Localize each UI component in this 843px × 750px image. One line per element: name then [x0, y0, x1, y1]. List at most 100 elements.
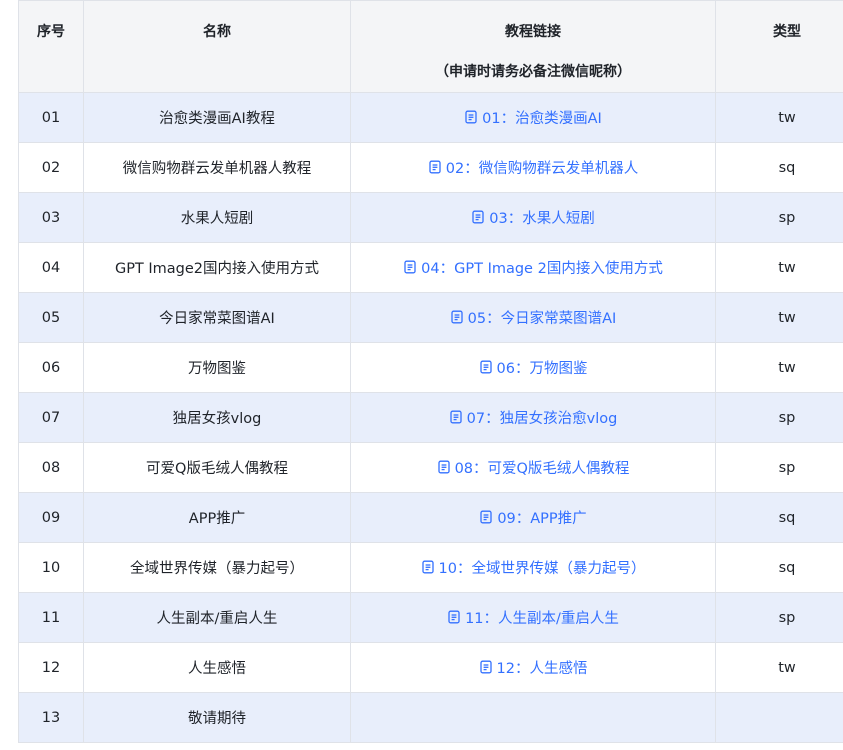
cell-num: 11 — [18, 592, 84, 643]
doc-icon — [421, 560, 435, 574]
table-row: 02 微信购物群云发单机器人教程 02：微信购物群云发单机器人 sq — [18, 142, 843, 193]
cell-num: 05 — [18, 292, 84, 343]
cell-link — [350, 692, 716, 743]
cell-name: APP推广 — [83, 492, 351, 543]
page: 序号 名称 教程链接 （申请时请务必备注微信昵称） 类型 01 治愈类漫画AI教程… — [0, 0, 843, 750]
tutorial-link-text: 05：今日家常菜图谱AI — [467, 310, 617, 327]
cell-num: 06 — [18, 342, 84, 393]
header-link: 教程链接 （申请时请务必备注微信昵称） — [350, 0, 716, 93]
tutorial-link-text: 07：独居女孩治愈vlog — [466, 410, 618, 427]
cell-link: 08：可爱Q版毛绒人偶教程 — [350, 442, 716, 493]
cell-type: sq — [715, 142, 843, 193]
doc-icon — [479, 510, 493, 524]
tutorial-link[interactable]: 02：微信购物群云发单机器人 — [428, 157, 638, 178]
table-row: 05 今日家常菜图谱AI 05：今日家常菜图谱AI tw — [18, 292, 843, 343]
table-row: 11 人生副本/重启人生 11：人生副本/重启人生 sp — [18, 592, 843, 643]
tutorial-link[interactable]: 05：今日家常菜图谱AI — [450, 307, 617, 328]
tutorial-link-text: 09：APP推广 — [497, 510, 587, 527]
cell-type: sp — [715, 192, 843, 243]
header-type: 类型 — [715, 0, 843, 93]
cell-name: 万物图鉴 — [83, 342, 351, 393]
cell-type: sp — [715, 592, 843, 643]
tutorial-link-text: 12：人生感悟 — [496, 660, 588, 677]
table-row: 09 APP推广 09：APP推广 sq — [18, 492, 843, 543]
doc-icon — [464, 110, 478, 124]
cell-name: 治愈类漫画AI教程 — [83, 92, 351, 143]
cell-type — [715, 692, 843, 743]
cell-num: 03 — [18, 192, 84, 243]
cell-link: 06：万物图鉴 — [350, 342, 716, 393]
tutorial-link[interactable]: 09：APP推广 — [479, 507, 587, 528]
tutorial-link[interactable]: 08：可爱Q版毛绒人偶教程 — [437, 457, 630, 478]
table-row: 10 全域世界传媒（暴力起号） 10：全域世界传媒（暴力起号） sq — [18, 542, 843, 593]
doc-icon — [437, 460, 451, 474]
tutorial-link-text: 11：人生副本/重启人生 — [465, 610, 619, 627]
cell-type: tw — [715, 292, 843, 343]
tutorial-link[interactable]: 11：人生副本/重启人生 — [447, 607, 619, 628]
tutorial-table: 序号 名称 教程链接 （申请时请务必备注微信昵称） 类型 01 治愈类漫画AI教程… — [18, 0, 843, 743]
cell-name: 微信购物群云发单机器人教程 — [83, 142, 351, 193]
doc-icon — [449, 410, 463, 424]
table-row: 04 GPT Image2国内接入使用方式 04：GPT Image 2国内接入使用… — [18, 242, 843, 293]
tutorial-link-text: 08：可爱Q版毛绒人偶教程 — [454, 460, 630, 477]
tutorial-link-text: 04：GPT Image 2国内接入使用方式 — [421, 260, 663, 277]
header-link-title: 教程链接 — [505, 24, 561, 40]
cell-type: tw — [715, 342, 843, 393]
cell-type: sq — [715, 542, 843, 593]
cell-num: 09 — [18, 492, 84, 543]
tutorial-link-text: 01：治愈类漫画AI — [482, 110, 602, 127]
cell-name: 敬请期待 — [83, 692, 351, 743]
cell-num: 01 — [18, 92, 84, 143]
cell-num: 02 — [18, 142, 84, 193]
tutorial-link[interactable]: 10：全域世界传媒（暴力起号） — [421, 557, 646, 578]
cell-num: 08 — [18, 442, 84, 493]
table-row: 08 可爱Q版毛绒人偶教程 08：可爱Q版毛绒人偶教程 sp — [18, 442, 843, 493]
header-name: 名称 — [83, 0, 351, 93]
cell-name: 水果人短剧 — [83, 192, 351, 243]
table-row: 13 敬请期待 — [18, 692, 843, 743]
cell-link: 02：微信购物群云发单机器人 — [350, 142, 716, 193]
cell-type: sp — [715, 392, 843, 443]
tutorial-link[interactable]: 06：万物图鉴 — [479, 357, 588, 378]
table-row: 01 治愈类漫画AI教程 01：治愈类漫画AI tw — [18, 92, 843, 143]
cell-name: 人生副本/重启人生 — [83, 592, 351, 643]
tutorial-link-text: 06：万物图鉴 — [496, 360, 588, 377]
doc-icon — [428, 160, 442, 174]
tutorial-link[interactable]: 07：独居女孩治愈vlog — [449, 407, 618, 428]
cell-num: 12 — [18, 642, 84, 693]
table-header-row: 序号 名称 教程链接 （申请时请务必备注微信昵称） 类型 — [18, 0, 843, 93]
cell-link: 11：人生副本/重启人生 — [350, 592, 716, 643]
cell-link: 07：独居女孩治愈vlog — [350, 392, 716, 443]
table-body: 01 治愈类漫画AI教程 01：治愈类漫画AI tw 02 微信购物群云发单机器人教程 02… — [18, 92, 843, 743]
cell-link: 10：全域世界传媒（暴力起号） — [350, 542, 716, 593]
tutorial-link[interactable]: 03：水果人短剧 — [471, 207, 595, 228]
doc-icon — [447, 610, 461, 624]
doc-icon — [471, 210, 485, 224]
cell-link: 12：人生感悟 — [350, 642, 716, 693]
tutorial-link[interactable]: 12：人生感悟 — [479, 657, 588, 678]
tutorial-link-text: 03：水果人短剧 — [489, 210, 595, 227]
cell-num: 13 — [18, 692, 84, 743]
table-row: 06 万物图鉴 06：万物图鉴 tw — [18, 342, 843, 393]
cell-type: tw — [715, 642, 843, 693]
cell-name: 可爱Q版毛绒人偶教程 — [83, 442, 351, 493]
cell-type: tw — [715, 242, 843, 293]
cell-type: sp — [715, 442, 843, 493]
doc-icon — [403, 260, 417, 274]
cell-name: 今日家常菜图谱AI — [83, 292, 351, 343]
tutorial-link-text: 10：全域世界传媒（暴力起号） — [438, 560, 646, 577]
cell-num: 10 — [18, 542, 84, 593]
table-row: 07 独居女孩vlog 07：独居女孩治愈vlog sp — [18, 392, 843, 443]
header-num: 序号 — [18, 0, 84, 93]
cell-type: tw — [715, 92, 843, 143]
cell-type: sq — [715, 492, 843, 543]
tutorial-link[interactable]: 01：治愈类漫画AI — [464, 107, 602, 128]
header-link-subtitle: （申请时请务必备注微信昵称） — [435, 64, 631, 80]
doc-icon — [479, 360, 493, 374]
cell-name: 独居女孩vlog — [83, 392, 351, 443]
cell-link: 03：水果人短剧 — [350, 192, 716, 243]
tutorial-link[interactable]: 04：GPT Image 2国内接入使用方式 — [403, 257, 663, 278]
cell-name: 人生感悟 — [83, 642, 351, 693]
cell-name: GPT Image2国内接入使用方式 — [83, 242, 351, 293]
cell-link: 09：APP推广 — [350, 492, 716, 543]
